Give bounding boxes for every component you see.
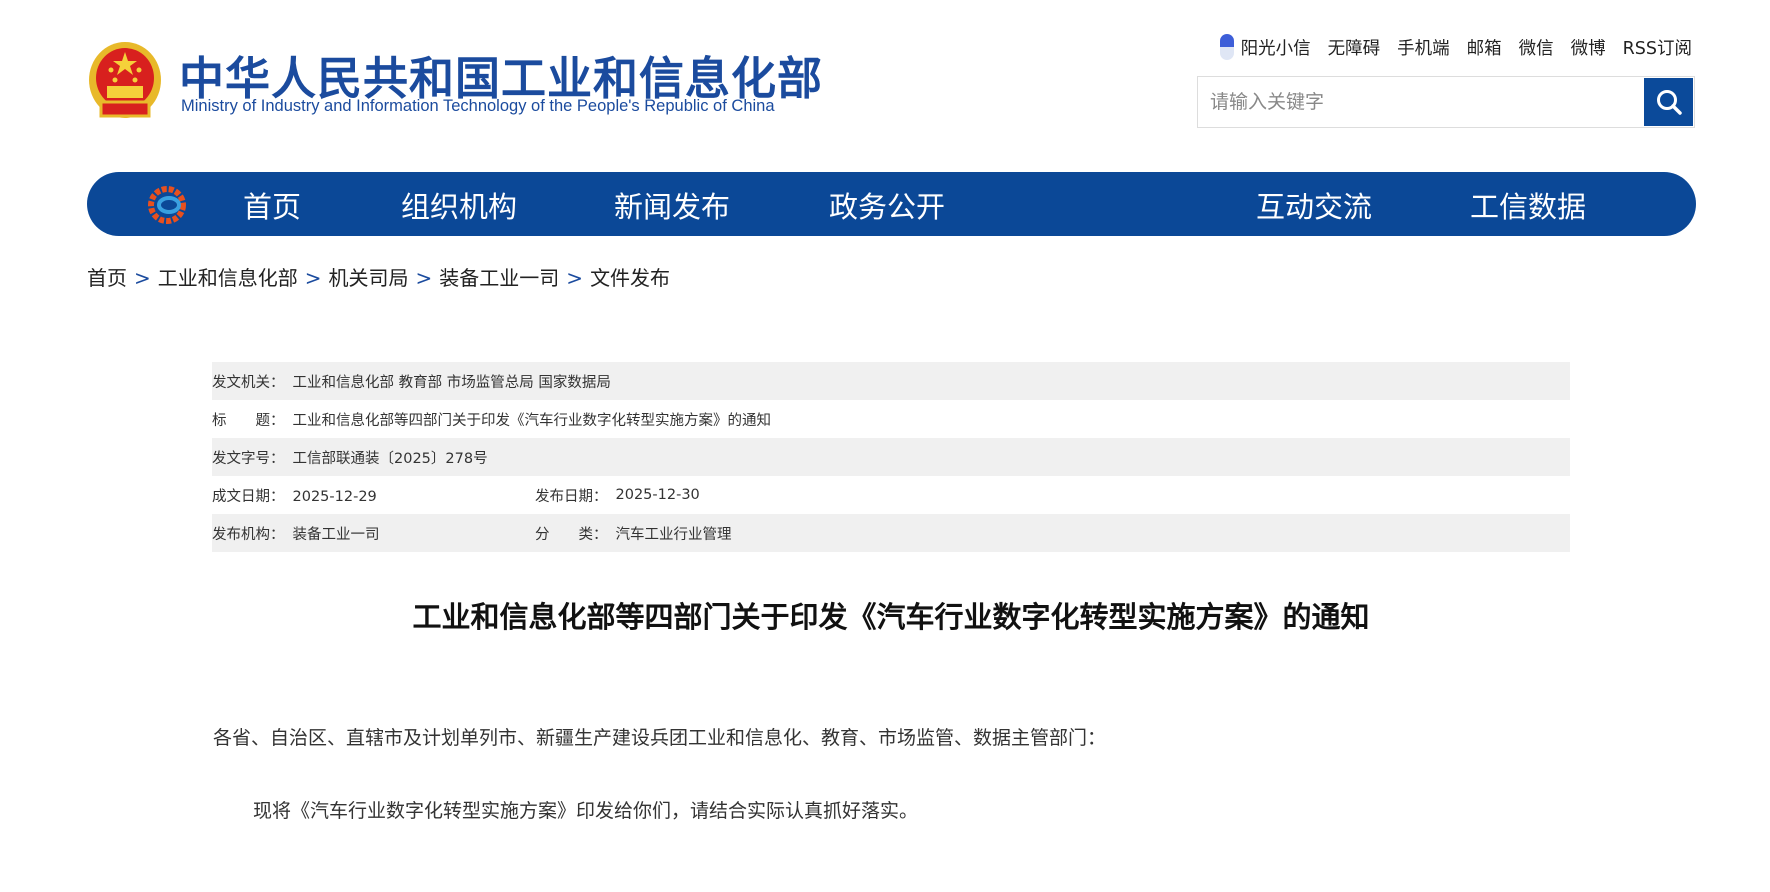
- docno-label: 发文字号：: [212, 450, 285, 467]
- top-link-rss[interactable]: RSS订阅: [1623, 35, 1692, 60]
- meta-row-issuer: 发文机关： 工业和信息化部 教育部 市场监管总局 国家数据局: [212, 362, 1570, 400]
- breadcrumb-separator: >: [566, 266, 584, 290]
- document-title: 工业和信息化部等四部门关于印发《汽车行业数字化转型实施方案》的通知: [412, 600, 1370, 634]
- site-subtitle: Ministry of Industry and Information Tec…: [181, 97, 775, 115]
- search-icon: [1656, 90, 1682, 115]
- document-salutation: 各省、自治区、直辖市及计划单列市、新疆生产建设兵团工业和信息化、教育、市场监管、…: [213, 727, 1107, 749]
- top-link-accessibility[interactable]: 无障碍: [1328, 35, 1381, 60]
- search-button[interactable]: [1644, 78, 1693, 126]
- search-input[interactable]: [1198, 77, 1643, 127]
- breadcrumb: 首页 > 工业和信息化部 > 机关司局 > 装备工业一司 > 文件发布: [87, 262, 670, 291]
- breadcrumb-separator: >: [304, 266, 322, 290]
- title-label: 标 题：: [212, 412, 285, 429]
- org-label: 发布机构：: [212, 526, 285, 543]
- category-value: 汽车工业行业管理: [615, 526, 732, 543]
- meta-row-dates: 成文日期： 2025-12-29 发布日期： 2025-12-30: [212, 476, 1570, 514]
- top-link-wechat[interactable]: 微信: [1519, 35, 1554, 60]
- meta-row-title: 标 题： 工业和信息化部等四部门关于印发《汽车行业数字化转型实施方案》的通知: [212, 400, 1570, 438]
- issuer-value: 工业和信息化部 教育部 市场监管总局 国家数据局: [292, 374, 611, 391]
- nav-organization[interactable]: 组织机构: [401, 184, 517, 226]
- nav-government-affairs[interactable]: 政务公开: [829, 184, 945, 226]
- breadcrumb-separator: >: [134, 266, 151, 290]
- docno-value: 工信部联通装〔2025〕278号: [292, 450, 488, 467]
- breadcrumb-separator: >: [415, 266, 433, 290]
- miit-logo-icon[interactable]: [147, 185, 187, 225]
- nav-interaction[interactable]: 互动交流: [1256, 184, 1372, 226]
- nav-data[interactable]: 工信数据: [1470, 184, 1586, 226]
- nav-news[interactable]: 新闻发布: [614, 184, 730, 226]
- meta-row-docno: 发文字号： 工信部联通装〔2025〕278号: [212, 438, 1570, 476]
- main-nav: 首页 组织机构 新闻发布 政务公开 互动交流 工信数据: [87, 172, 1696, 236]
- meta-row-org: 发布机构： 装备工业一司 分 类： 汽车工业行业管理: [212, 514, 1570, 552]
- breadcrumb-miit[interactable]: 工业和信息化部: [158, 266, 298, 290]
- document-meta-table: 发文机关： 工业和信息化部 教育部 市场监管总局 国家数据局 标 题： 工业和信息化…: [212, 362, 1570, 552]
- written-date-value: 2025-12-29: [292, 488, 377, 505]
- national-emblem-logo[interactable]: [87, 40, 163, 122]
- org-value: 装备工业一司: [292, 526, 380, 543]
- nav-home[interactable]: 首页: [243, 184, 301, 226]
- assistant-icon[interactable]: [1219, 34, 1234, 60]
- search-box: [1197, 76, 1695, 128]
- top-links: 阳光小信 无障碍 手机端 邮箱 微信 微博 RSS订阅: [1200, 34, 1692, 60]
- breadcrumb-equipment-dept[interactable]: 装备工业一司: [439, 266, 559, 290]
- top-link-weibo[interactable]: 微博: [1571, 35, 1606, 60]
- top-link-mail[interactable]: 邮箱: [1467, 35, 1502, 60]
- category-label: 分 类：: [535, 526, 608, 543]
- written-date-label: 成文日期：: [212, 488, 285, 505]
- top-link-assistant[interactable]: 阳光小信: [1241, 35, 1311, 60]
- breadcrumb-documents[interactable]: 文件发布: [590, 266, 670, 290]
- published-date-label: 发布日期：: [535, 488, 608, 505]
- title-value: 工业和信息化部等四部门关于印发《汽车行业数字化转型实施方案》的通知: [292, 412, 772, 429]
- issuer-label: 发文机关：: [212, 374, 285, 391]
- top-link-mobile[interactable]: 手机端: [1397, 35, 1450, 60]
- published-date-value: 2025-12-30: [615, 487, 700, 503]
- breadcrumb-home[interactable]: 首页: [87, 266, 127, 290]
- breadcrumb-departments[interactable]: 机关司局: [329, 266, 409, 290]
- document-body-paragraph: 现将《汽车行业数字化转型实施方案》印发给你们，请结合实际认真抓好落实。: [253, 800, 919, 822]
